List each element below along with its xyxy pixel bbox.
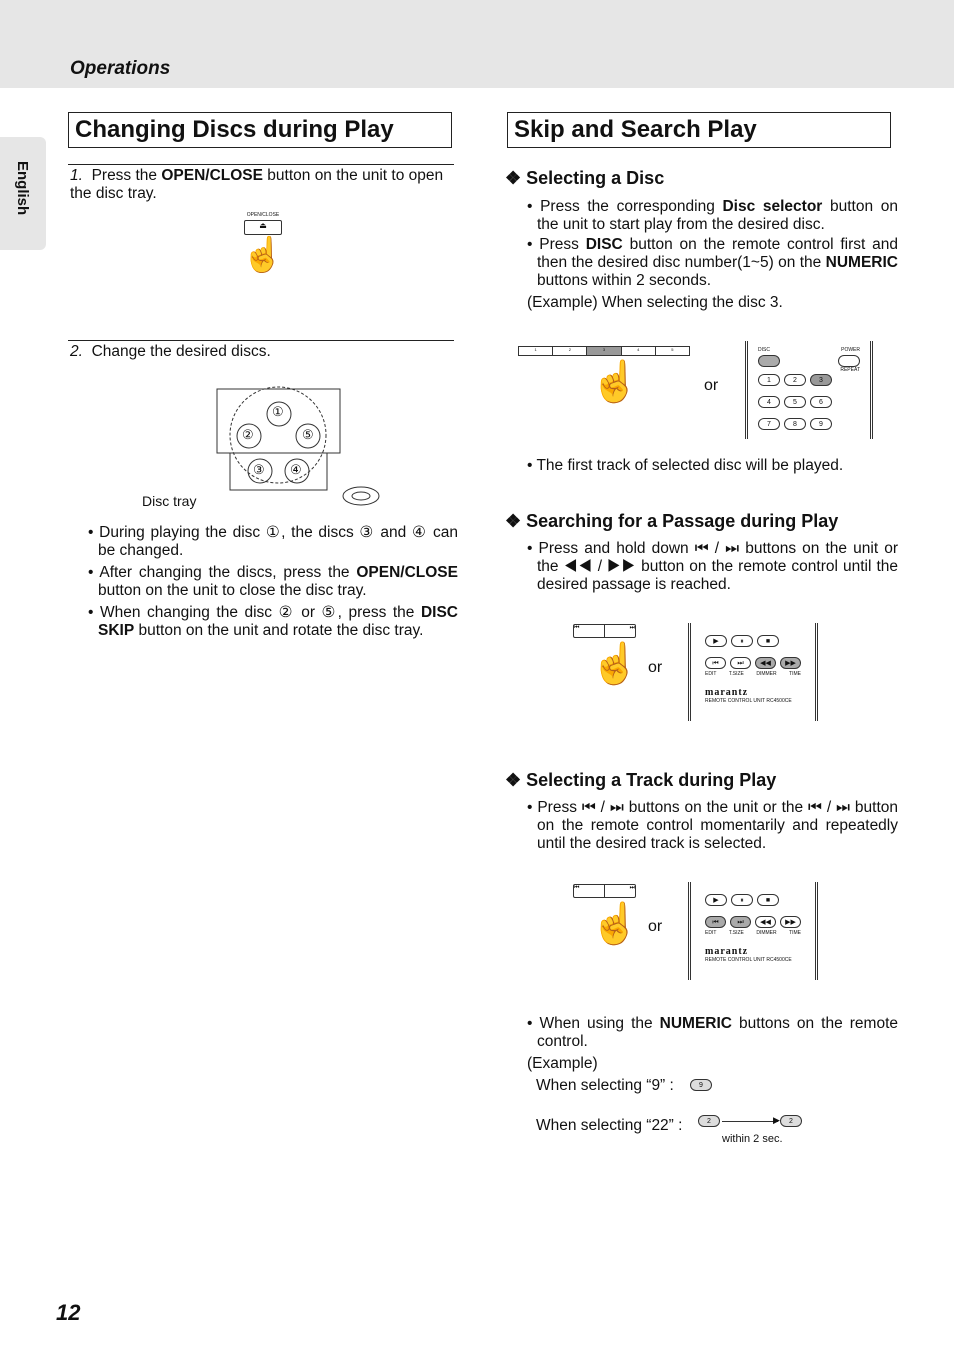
- disc-3-label: ③: [253, 462, 265, 477]
- hand-pointer-icon: ☝: [590, 360, 640, 404]
- remote-figure-disc: DISC POWER REPEAT 123 456 789: [745, 341, 873, 439]
- language-tab: English: [0, 137, 46, 250]
- disc-tray-figure: [216, 386, 380, 506]
- or-label: or: [704, 377, 719, 394]
- bullet: • When using the NUMERIC buttons on the …: [527, 1015, 898, 1050]
- eject-icon: ⏏: [244, 220, 282, 235]
- example-9-text: When selecting “9” :: [536, 1077, 674, 1094]
- section-title: Operations: [70, 58, 171, 79]
- bullet: • After changing the discs, press the OP…: [88, 564, 458, 599]
- example-text: (Example): [527, 1055, 598, 1072]
- unit-disc-selector: 1 2 3 4 5: [518, 346, 690, 356]
- right-section-title: Skip and Search Play: [507, 112, 891, 148]
- arrow-line: [722, 1121, 778, 1122]
- disc-tray-label: Disc tray: [142, 493, 197, 509]
- remote-figure-track: ▶ ⏸ ■ ⏮ ⏭ ◀◀ ▶▶ EDIT T.SIZE DIMMER TIME marantz …: [688, 882, 818, 980]
- or-label: or: [648, 918, 663, 935]
- bullet: • When changing the disc ② or ⑤, press t…: [88, 604, 458, 639]
- unit-skip-buttons: ⏮ ⏭: [573, 624, 636, 638]
- bullet: • Press ⏮ / ⏭ buttons on the unit or the…: [527, 799, 898, 852]
- heading-selecting-track: ❖ Selecting a Track during Play: [505, 770, 777, 790]
- open-close-figure: OPEN/CLOSE ⏏ ☝: [238, 212, 288, 273]
- remote-figure-search: ▶ ⏸ ■ ⏮ ⏭ ◀◀ ▶▶ EDIT T.SIZE DIMMER TIME marantz …: [688, 623, 818, 721]
- hand-pointer-icon: ☝: [590, 902, 640, 946]
- bullet: • Press and hold down ⏮ / ⏭ buttons on t…: [527, 540, 899, 593]
- divider: [68, 340, 454, 341]
- bullet: • Press the corresponding Disc selector …: [527, 198, 899, 233]
- step-2: 2. Change the desired discs.: [70, 343, 271, 360]
- disc-5-label: ⑤: [302, 427, 314, 442]
- within-label: within 2 sec.: [722, 1133, 783, 1145]
- example-text: (Example) When selecting the disc 3.: [527, 294, 783, 311]
- bullet: • The first track of selected disc will …: [527, 457, 844, 474]
- hand-pointer-icon: ☝: [241, 236, 285, 274]
- left-section-title: Changing Discs during Play: [68, 112, 452, 148]
- disc-2-label: ②: [242, 427, 254, 442]
- hand-pointer-icon: ☝: [590, 642, 640, 686]
- unit-skip-buttons: ⏮ ⏭: [573, 884, 636, 898]
- page-number: 12: [56, 1300, 81, 1325]
- or-label: or: [648, 659, 663, 676]
- step-1: 1. Press the OPEN/CLOSE button on the un…: [70, 167, 444, 202]
- disc-4-label: ④: [290, 462, 302, 477]
- example-22-text: When selecting “22” :: [536, 1117, 683, 1134]
- heading-searching: ❖ Searching for a Passage during Play: [505, 511, 839, 531]
- arrow-icon: ▶: [773, 1115, 780, 1125]
- bullet: • During playing the disc ①, the discs ③…: [88, 524, 458, 559]
- key-2-icon: 2: [780, 1115, 802, 1127]
- disc-1-label: ①: [272, 404, 284, 419]
- language-label: English: [14, 161, 31, 216]
- heading-selecting-disc: ❖ Selecting a Disc: [505, 168, 665, 188]
- bullet: • Press DISC button on the remote contro…: [527, 236, 899, 289]
- key-2-icon: 2: [698, 1115, 720, 1127]
- divider: [68, 164, 454, 165]
- key-9-icon: 9: [690, 1079, 712, 1091]
